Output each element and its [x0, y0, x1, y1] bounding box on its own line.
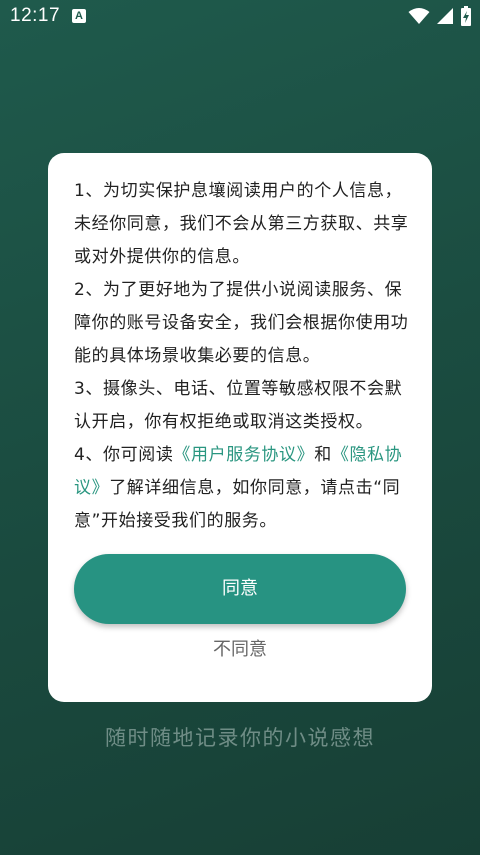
signal-icon — [437, 8, 453, 24]
privacy-dialog: 1、为切实保护息壤阅读用户的个人信息，未经你同意，我们不会从第三方获取、共享或对… — [48, 153, 432, 702]
privacy-paragraph-4: 4、你可阅读《用户服务协议》和《隐私协议》了解详细信息，如你同意，请点击“同意”… — [74, 439, 410, 538]
privacy-text: 1、为切实保护息壤阅读用户的个人信息，未经你同意，我们不会从第三方获取、共享或对… — [74, 175, 410, 538]
agree-button[interactable]: 同意 — [74, 554, 406, 624]
privacy-paragraph-1: 1、为切实保护息壤阅读用户的个人信息，未经你同意，我们不会从第三方获取、共享或对… — [74, 181, 409, 267]
status-bar: 12:17 A — [0, 0, 480, 34]
para4-suffix: 了解详细信息，如你同意，请点击“同意”开始接受我们的服务。 — [74, 478, 401, 531]
user-agreement-link[interactable]: 《用户服务协议》 — [173, 445, 314, 465]
wifi-icon — [408, 8, 430, 24]
disagree-button[interactable]: 不同意 — [188, 635, 292, 665]
status-time: 12:17 — [10, 5, 61, 26]
para4-prefix: 4、你可阅读 — [74, 445, 174, 465]
status-icons — [408, 6, 472, 26]
privacy-paragraph-3: 3、摄像头、电话、位置等敏感权限不会默认开启，你有权拒绝或取消这类授权。 — [74, 379, 403, 432]
notification-icon: A — [72, 9, 86, 23]
battery-icon — [461, 6, 471, 26]
slogan-text: 随时随地记录你的小说感想 — [105, 726, 375, 750]
privacy-paragraph-2: 2、为了更好地为了提供小说阅读服务、保障你的账号设备安全，我们会根据你使用功能的… — [74, 280, 409, 366]
para4-and: 和 — [314, 445, 332, 465]
